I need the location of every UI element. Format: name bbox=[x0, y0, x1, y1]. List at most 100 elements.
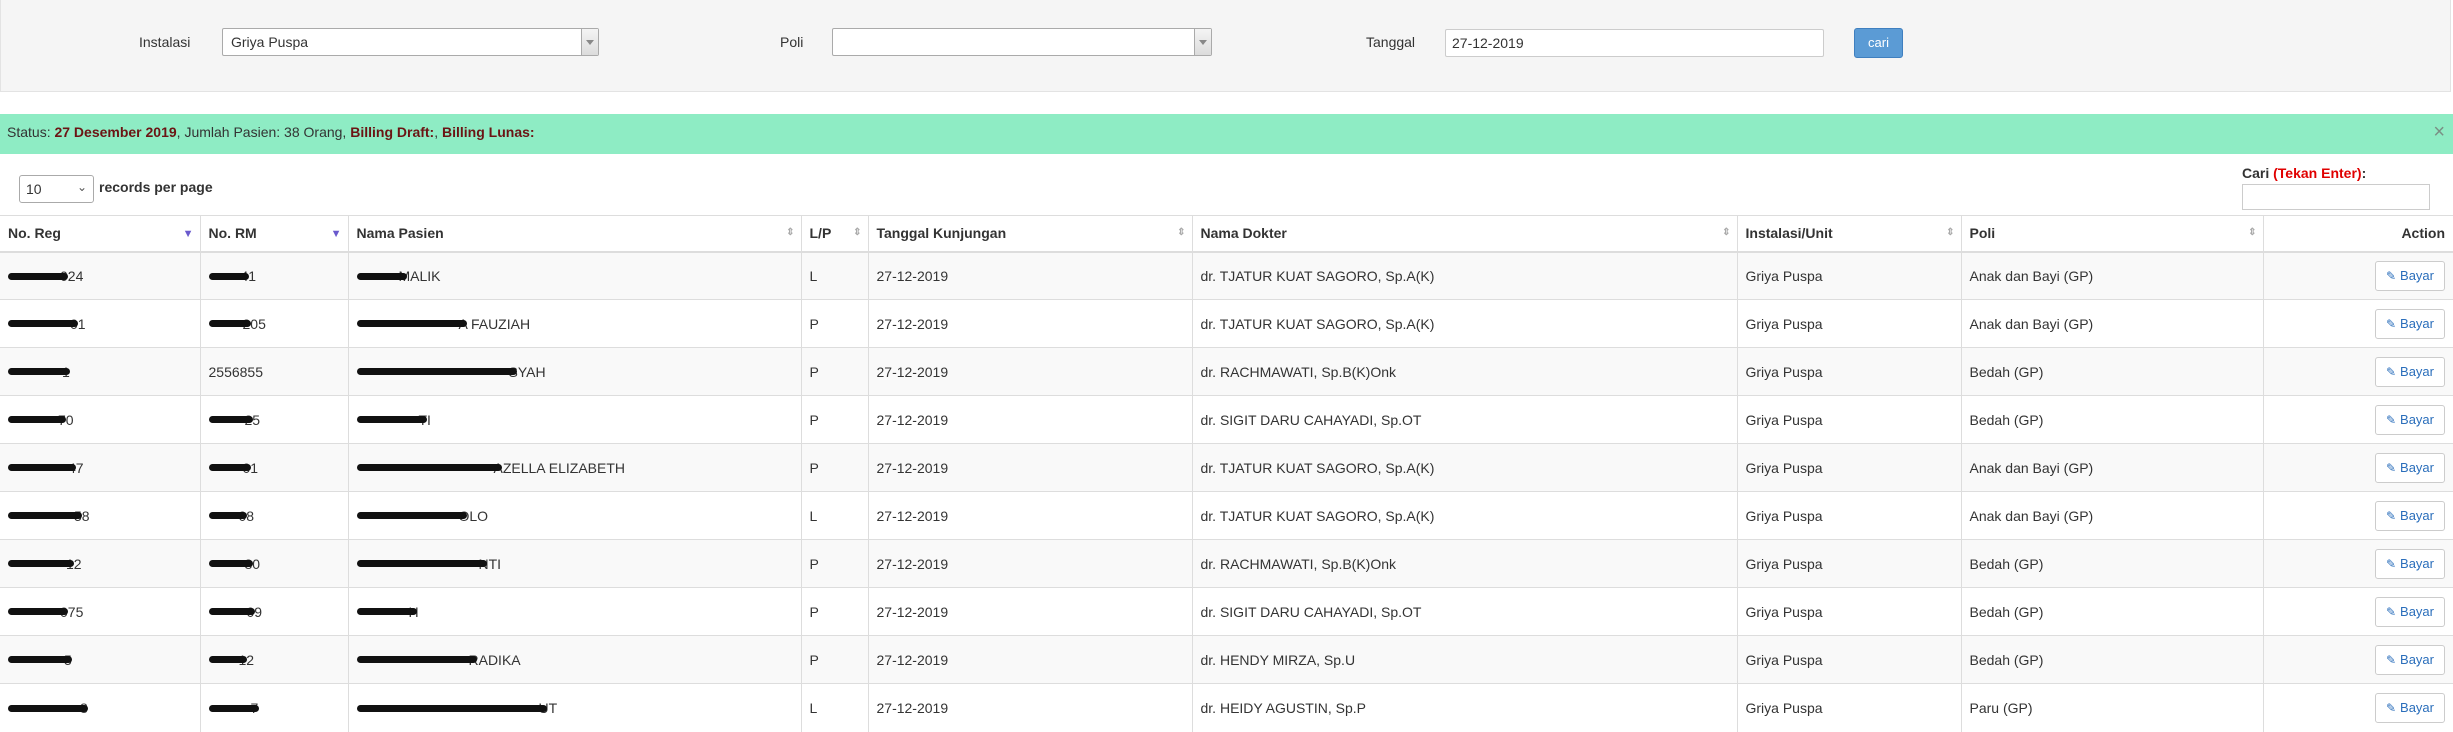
bayar-button-label: Bayar bbox=[2400, 555, 2434, 571]
cell-poli: Bedah (GP) bbox=[1960, 539, 2263, 588]
sort-icon: ⇕ bbox=[1946, 227, 1955, 238]
cell-nama-dokter: dr. RACHMAWATI, Sp.B(K)Onk bbox=[1191, 539, 1737, 588]
cell-lp: L bbox=[800, 491, 868, 540]
cell-lp-text: P bbox=[809, 363, 819, 380]
column-header-lp[interactable]: L/P ⇕ bbox=[800, 215, 868, 253]
cell-lp-text: L bbox=[809, 267, 818, 284]
cell-lp: P bbox=[800, 539, 868, 588]
cell-no-reg: 1 bbox=[0, 347, 200, 396]
chevron-down-icon[interactable] bbox=[1194, 29, 1211, 55]
pencil-icon: ✎ bbox=[2385, 700, 2397, 715]
column-header-poli[interactable]: Poli ⇕ bbox=[1960, 215, 2263, 253]
redaction-mark bbox=[8, 704, 88, 712]
cell-instalasi-unit: Griya Puspa bbox=[1736, 443, 1961, 492]
bayar-button[interactable]: ✎ Bayar bbox=[2374, 500, 2445, 531]
search-label-colon: : bbox=[2361, 165, 2367, 181]
cell-nama-pasien: SYAH bbox=[347, 347, 801, 396]
status-separator: , bbox=[434, 124, 442, 140]
column-header-label: Action bbox=[2401, 225, 2445, 242]
bayar-button[interactable]: ✎ Bayar bbox=[2374, 452, 2445, 483]
redaction-mark bbox=[208, 704, 259, 712]
redaction-mark bbox=[356, 416, 427, 424]
redaction-mark bbox=[208, 512, 247, 520]
cell-tanggal-kunjungan: 27-12-2019 bbox=[867, 299, 1192, 348]
cell-tanggal-kunjungan: 27-12-2019 bbox=[867, 347, 1192, 396]
bayar-button[interactable]: ✎ Bayar bbox=[2374, 596, 2445, 627]
column-header-nama-pasien[interactable]: Nama Pasien ⇕ bbox=[347, 215, 801, 253]
cell-nama-dokter-text: dr. HENDY MIRZA, Sp.U bbox=[1200, 651, 1356, 668]
cell-poli: Paru (GP) bbox=[1960, 683, 2263, 732]
cell-nama-pasien-text: A FAUZIAH bbox=[458, 315, 531, 332]
bayar-button[interactable]: ✎ Bayar bbox=[2374, 692, 2445, 723]
cell-poli-text: Anak dan Bayi (GP) bbox=[1969, 459, 2094, 476]
cell-action: ✎ Bayar bbox=[2262, 443, 2453, 492]
bayar-button[interactable]: ✎ Bayar bbox=[2374, 548, 2445, 579]
table-row: 5808OLO L 27-12-2019 dr. TJATUR KUAT SAGORO… bbox=[0, 491, 2453, 540]
table-row: 4701 AZELLA ELIZABETH P 27-12-2019 dr. TJATU… bbox=[0, 443, 2453, 492]
cell-lp: P bbox=[800, 443, 868, 492]
chevron-down-icon: ⌄ bbox=[76, 180, 87, 194]
cell-nama-dokter: dr. HENDY MIRZA, Sp.U bbox=[1191, 635, 1737, 684]
cell-tanggal-kunjungan-text: 27-12-2019 bbox=[876, 699, 949, 716]
bayar-button[interactable]: ✎ Bayar bbox=[2374, 260, 2445, 291]
cell-instalasi-unit: Griya Puspa bbox=[1736, 683, 1961, 732]
bayar-button[interactable]: ✎ Bayar bbox=[2374, 644, 2445, 675]
status-patients: , Jumlah Pasien: 38 Orang, bbox=[176, 124, 351, 140]
sort-icon: ⇕ bbox=[853, 227, 862, 238]
cell-instalasi-unit: Griya Puspa bbox=[1736, 587, 1961, 636]
filter-panel: Instalasi Griya Puspa Poli Tanggal cari bbox=[0, 0, 2451, 92]
cell-nama-dokter: dr. TJATUR KUAT SAGORO, Sp.A(K) bbox=[1191, 251, 1737, 300]
cell-instalasi-unit-text: Griya Puspa bbox=[1745, 699, 1823, 716]
cell-instalasi-unit: Griya Puspa bbox=[1736, 539, 1961, 588]
cell-instalasi-unit-text: Griya Puspa bbox=[1745, 651, 1823, 668]
cell-poli: Bedah (GP) bbox=[1960, 395, 2263, 444]
redaction-mark bbox=[356, 464, 502, 472]
cell-instalasi-unit: Griya Puspa bbox=[1736, 347, 1961, 396]
search-input[interactable] bbox=[2242, 184, 2430, 210]
sort-desc-icon: ▼ bbox=[330, 228, 342, 240]
chevron-down-icon[interactable] bbox=[581, 29, 598, 55]
cari-button[interactable]: cari bbox=[1854, 28, 1903, 58]
bayar-button[interactable]: ✎ Bayar bbox=[2374, 356, 2445, 387]
column-header-tanggal-kunjungan[interactable]: Tanggal Kunjungan ⇕ bbox=[867, 215, 1192, 253]
cell-instalasi-unit-text: Griya Puspa bbox=[1745, 459, 1823, 476]
bayar-button-label: Bayar bbox=[2400, 411, 2434, 427]
records-per-page-select[interactable]: 10 ⌄ bbox=[19, 175, 94, 203]
bayar-button-label: Bayar bbox=[2400, 267, 2434, 283]
close-icon[interactable]: × bbox=[2433, 114, 2445, 150]
cell-lp-text: P bbox=[809, 411, 819, 428]
cell-action: ✎ Bayar bbox=[2262, 539, 2453, 588]
poli-label: Poli bbox=[780, 34, 804, 50]
cell-poli-text: Anak dan Bayi (GP) bbox=[1969, 315, 2094, 332]
records-per-page-value: 10 bbox=[26, 181, 42, 197]
redaction-mark bbox=[8, 560, 74, 568]
bayar-button[interactable]: ✎ Bayar bbox=[2374, 404, 2445, 435]
pencil-icon: ✎ bbox=[2385, 268, 2397, 283]
column-header-no-rm[interactable]: No. RM ▼ bbox=[199, 215, 348, 253]
cell-instalasi-unit-text: Griya Puspa bbox=[1745, 363, 1823, 380]
poli-select[interactable] bbox=[832, 28, 1212, 56]
cell-poli-text: Anak dan Bayi (GP) bbox=[1969, 507, 2094, 524]
cell-no-reg: 12 bbox=[0, 539, 200, 588]
cell-poli: Bedah (GP) bbox=[1960, 587, 2263, 636]
pencil-icon: ✎ bbox=[2385, 556, 2397, 571]
column-header-instalasi-unit[interactable]: Instalasi/Unit ⇕ bbox=[1736, 215, 1961, 253]
cell-no-reg: 01 bbox=[0, 299, 200, 348]
tanggal-input[interactable] bbox=[1445, 29, 1824, 57]
cell-lp: P bbox=[800, 299, 868, 348]
column-header-no-reg[interactable]: No. Reg ▼ bbox=[0, 215, 200, 253]
bayar-button[interactable]: ✎ Bayar bbox=[2374, 308, 2445, 339]
cell-tanggal-kunjungan: 27-12-2019 bbox=[867, 539, 1192, 588]
cell-poli-text: Anak dan Bayi (GP) bbox=[1969, 267, 2094, 284]
redaction-mark bbox=[356, 560, 487, 568]
cell-instalasi-unit: Griya Puspa bbox=[1736, 635, 1961, 684]
cell-nama-dokter: dr. SIGIT DARU CAHAYADI, Sp.OT bbox=[1191, 395, 1737, 444]
search-label: Cari (Tekan Enter): bbox=[2242, 165, 2366, 181]
cell-tanggal-kunjungan-text: 27-12-2019 bbox=[876, 555, 949, 572]
bayar-button-label: Bayar bbox=[2400, 459, 2434, 475]
redaction-mark bbox=[208, 560, 253, 568]
instalasi-select[interactable]: Griya Puspa bbox=[222, 28, 599, 56]
cell-tanggal-kunjungan: 27-12-2019 bbox=[867, 395, 1192, 444]
column-header-nama-dokter[interactable]: Nama Dokter ⇕ bbox=[1191, 215, 1737, 253]
bayar-button-label: Bayar bbox=[2400, 363, 2434, 379]
